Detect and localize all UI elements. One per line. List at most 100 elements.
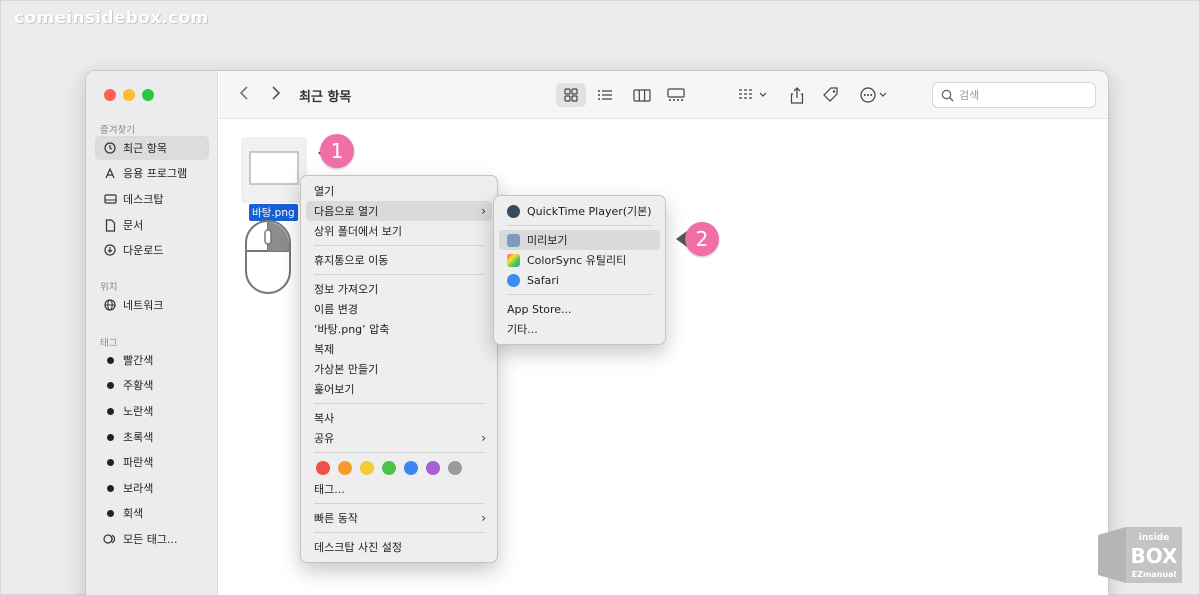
menu-item-label: ColorSync 유틸리티 — [527, 254, 627, 267]
grid-icon — [564, 88, 578, 102]
tag-color-purple[interactable] — [426, 461, 440, 475]
action-button[interactable] — [855, 83, 891, 107]
gallery-view-button[interactable] — [660, 83, 692, 107]
menu-item-label: Safari — [527, 273, 559, 287]
menu-separator — [314, 532, 484, 533]
sidebar-item-label: 최근 항목 — [123, 142, 167, 155]
sidebar-item-applications[interactable]: 응용 프로그램 — [95, 161, 209, 185]
sidebar-item-downloads[interactable]: 다운로드 — [95, 238, 209, 262]
locations-heading: 위치 — [100, 282, 118, 293]
chevron-down-icon — [759, 92, 766, 97]
menu-item-app-store[interactable]: App Store... — [499, 299, 660, 319]
menu-item-other[interactable]: 기타... — [499, 319, 660, 339]
search-field[interactable]: 검색 — [932, 82, 1096, 108]
sidebar-item-desktop[interactable]: 데스크탑 — [95, 187, 209, 211]
tag-icon — [823, 87, 838, 102]
sidebar-item-label: 문서 — [123, 219, 144, 232]
sidebar-item-label: 회색 — [123, 507, 144, 520]
menu-separator — [314, 245, 484, 246]
colorsync-icon — [507, 253, 520, 267]
list-view-button[interactable] — [590, 83, 620, 107]
menu-item-make-alias[interactable]: 가상본 만들기 — [306, 359, 492, 379]
menu-item-open[interactable]: 열기 — [306, 181, 492, 201]
chevron-right-icon: › — [481, 511, 486, 525]
menu-item-label: 미리보기 — [527, 234, 568, 247]
tag-color-orange[interactable] — [338, 461, 352, 475]
sidebar: 즐겨찾기 최근 항목 응용 프로그램 데스크탑 문서 다운로드 위치 네트워크 … — [86, 71, 218, 595]
window-controls — [104, 89, 154, 101]
sidebar-item-label: 네트워크 — [123, 299, 164, 312]
tag-dot-icon — [107, 381, 114, 389]
applications-icon — [103, 166, 117, 180]
menu-item-open-with[interactable]: 다음으로 열기 › — [306, 201, 492, 221]
menu-item-compress[interactable]: ‘바탕.png’ 압축 — [306, 319, 492, 339]
menu-item-quick-actions[interactable]: 빠른 동작 › — [306, 508, 492, 528]
menu-item-set-desktop-picture[interactable]: 데스크탑 사진 설정 — [306, 537, 492, 557]
column-view-button[interactable] — [627, 83, 657, 107]
menu-item-label: 다음으로 열기 — [314, 205, 379, 218]
toolbar: 최근 항목 검색 — [219, 71, 1108, 119]
sidebar-item-documents[interactable]: 문서 — [95, 213, 209, 237]
menu-item-duplicate[interactable]: 복제 — [306, 339, 492, 359]
tag-color-yellow[interactable] — [360, 461, 374, 475]
minimize-button[interactable] — [123, 89, 135, 101]
menu-item-tags[interactable]: 태그... — [306, 479, 492, 499]
menu-item-safari[interactable]: Safari — [499, 270, 660, 290]
menu-item-show-in-enclosing-folder[interactable]: 상위 폴더에서 보기 — [306, 221, 492, 241]
menu-separator — [314, 452, 484, 453]
sidebar-item-tag-orange[interactable]: 주황색 — [95, 373, 209, 397]
sidebar-item-tag-gray[interactable]: 회색 — [95, 501, 209, 525]
group-icon — [738, 89, 752, 99]
menu-item-quick-look[interactable]: 훑어보기 — [306, 379, 492, 399]
insidebox-logo: inside BOX EZmanual — [1098, 527, 1182, 583]
file-thumbnail[interactable] — [241, 137, 307, 203]
sidebar-item-all-tags[interactable]: 모든 태그... — [95, 527, 209, 551]
sidebar-item-label: 다운로드 — [123, 244, 164, 257]
tag-color-gray[interactable] — [448, 461, 462, 475]
zoom-button[interactable] — [142, 89, 154, 101]
tag-button[interactable] — [819, 83, 843, 107]
menu-item-share[interactable]: 공유 › — [306, 428, 492, 448]
menu-item-colorsync-utility[interactable]: ColorSync 유틸리티 — [499, 250, 660, 270]
menu-item-copy[interactable]: 복사 — [306, 408, 492, 428]
menu-item-move-to-trash[interactable]: 휴지통으로 이동 — [306, 250, 492, 270]
sidebar-item-network[interactable]: 네트워크 — [95, 293, 209, 317]
more-icon — [859, 87, 876, 103]
menu-item-quicktime-player[interactable]: QuickTime Player (기본) — [499, 201, 660, 221]
sidebar-item-tag-green[interactable]: 초록색 — [95, 425, 209, 449]
tag-color-row — [306, 457, 492, 479]
tag-color-green[interactable] — [382, 461, 396, 475]
tag-color-blue[interactable] — [404, 461, 418, 475]
menu-item-get-info[interactable]: 정보 가져오기 — [306, 279, 492, 299]
sidebar-item-tag-blue[interactable]: 파란색 — [95, 450, 209, 474]
group-by-button[interactable] — [734, 83, 770, 107]
sidebar-item-tag-red[interactable]: 빨간색 — [95, 348, 209, 372]
close-button[interactable] — [104, 89, 116, 101]
search-placeholder: 검색 — [959, 89, 980, 102]
menu-item-label: QuickTime Player — [527, 204, 623, 218]
safari-icon — [507, 273, 520, 287]
download-icon — [103, 243, 117, 257]
tag-dot-icon — [107, 458, 114, 466]
menu-item-preview[interactable]: 미리보기 — [499, 230, 660, 250]
sidebar-item-label: 보라색 — [123, 482, 154, 495]
sidebar-item-recents[interactable]: 최근 항목 — [95, 136, 209, 160]
sidebar-item-label: 빨간색 — [123, 354, 154, 367]
share-button[interactable] — [785, 83, 809, 107]
tag-color-red[interactable] — [316, 461, 330, 475]
sidebar-item-label: 응용 프로그램 — [123, 167, 188, 180]
icon-view-button[interactable] — [556, 83, 586, 107]
tag-dot-icon — [107, 433, 114, 441]
step-badge-2: 2 — [685, 222, 719, 256]
logo-top-text: inside — [1139, 533, 1169, 543]
sidebar-item-tag-purple[interactable]: 보라색 — [95, 476, 209, 500]
menu-item-label: 빠른 동작 — [314, 512, 358, 525]
step-badge-1: 1 — [320, 134, 354, 168]
back-arrow-icon[interactable] — [239, 85, 249, 105]
sidebar-item-tag-yellow[interactable]: 노란색 — [95, 399, 209, 423]
menu-item-rename[interactable]: 이름 변경 — [306, 299, 492, 319]
tags-heading: 태그 — [100, 338, 118, 349]
forward-arrow-icon[interactable] — [271, 85, 281, 105]
logo-main-text: BOX — [1131, 544, 1179, 568]
columns-icon — [633, 88, 651, 102]
